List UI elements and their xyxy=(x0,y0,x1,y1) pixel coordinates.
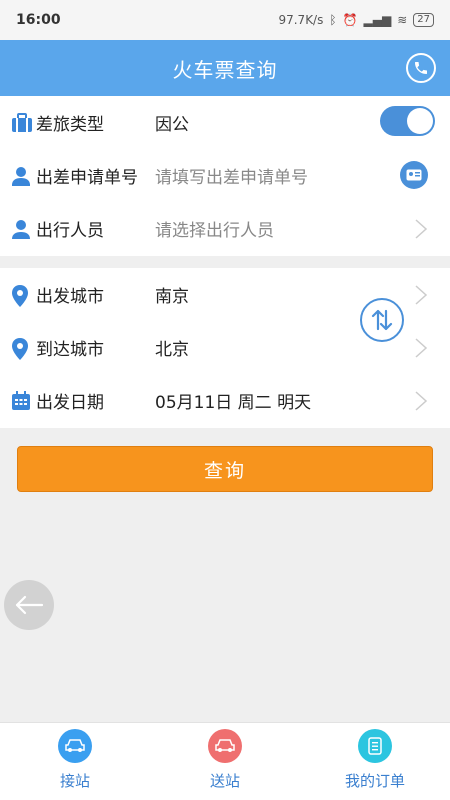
nav-item-pickup[interactable]: 接站 xyxy=(0,723,150,800)
wifi-icon: ≋ xyxy=(397,13,408,27)
depart-date-value[interactable]: 05月11日 周二 明天 xyxy=(155,388,311,413)
traveler-label: 出行人员 xyxy=(36,221,104,241)
travel-type-row: 差旅类型 因公 xyxy=(0,96,450,149)
to-city-label: 到达城市 xyxy=(36,340,104,360)
status-time: 16:00 xyxy=(16,12,61,28)
arrow-left-icon xyxy=(15,595,44,615)
nav-label-my-orders: 我的订单 xyxy=(344,772,405,790)
depart-date-label: 出发日期 xyxy=(36,393,104,413)
status-bar: 16:00 97.7K/s ᛒ ⏰ ▂▄▆ ≋ 27 xyxy=(0,0,450,40)
car-icon xyxy=(208,729,242,763)
calendar-icon xyxy=(11,391,31,411)
chevron-right-icon xyxy=(414,218,428,240)
from-city-label: 出发城市 xyxy=(36,287,104,307)
location-pin-icon xyxy=(11,338,31,360)
bottom-nav: 接站 送站 我的订单 xyxy=(0,722,450,800)
floating-back-button[interactable] xyxy=(4,580,54,630)
application-no-input[interactable]: 请填写出差申请单号 xyxy=(155,163,308,188)
signal-icon: ▂▄▆ xyxy=(363,13,392,27)
briefcase-icon xyxy=(11,113,32,133)
swap-cities-button[interactable] xyxy=(360,298,404,342)
network-speed: 97.7K/s xyxy=(278,13,324,27)
nav-label-pickup: 接站 xyxy=(59,772,90,790)
travel-type-toggle[interactable] xyxy=(380,106,435,136)
nav-item-my-orders[interactable]: 我的订单 xyxy=(300,723,450,800)
nav-item-dropoff[interactable]: 送站 xyxy=(150,723,300,800)
person-icon xyxy=(11,166,31,186)
application-no-label: 出差申请单号 xyxy=(36,168,138,188)
battery-indicator: 27 xyxy=(413,13,434,27)
id-card-icon[interactable] xyxy=(400,161,428,189)
person-icon xyxy=(11,219,31,239)
location-pin-icon xyxy=(11,285,31,307)
alarm-icon: ⏰ xyxy=(342,13,358,27)
traveler-input[interactable]: 请选择出行人员 xyxy=(155,216,274,241)
chevron-right-icon xyxy=(414,284,428,306)
travel-type-label: 差旅类型 xyxy=(36,115,104,135)
toggle-knob xyxy=(407,108,433,134)
query-button[interactable]: 查询 xyxy=(17,446,433,492)
page-title: 火车票查询 xyxy=(172,57,278,82)
car-icon xyxy=(58,729,92,763)
to-city-value[interactable]: 北京 xyxy=(155,335,189,360)
depart-date-row[interactable]: 出发日期 05月11日 周二 明天 xyxy=(0,374,450,427)
app-header: 火车票查询 xyxy=(0,40,450,96)
phone-icon[interactable] xyxy=(406,53,436,83)
nav-label-dropoff: 送站 xyxy=(209,772,240,790)
from-city-value[interactable]: 南京 xyxy=(155,282,189,307)
status-indicators: 97.7K/s ᛒ ⏰ ▂▄▆ ≋ 27 xyxy=(278,13,434,27)
traveler-info-group: 差旅类型 因公 出差申请单号 请填写出差申请单号 出行人员 请选择出行人员 xyxy=(0,96,450,256)
application-no-row[interactable]: 出差申请单号 请填写出差申请单号 xyxy=(0,149,450,202)
order-icon xyxy=(358,729,392,763)
route-info-group: 出发城市 南京 到达城市 北京 出发日期 05月11日 周二 明天 xyxy=(0,268,450,428)
travel-type-value: 因公 xyxy=(155,115,189,135)
swap-arrows-icon xyxy=(371,309,393,331)
traveler-row[interactable]: 出行人员 请选择出行人员 xyxy=(0,202,450,255)
bluetooth-icon: ᛒ xyxy=(329,13,337,27)
chevron-right-icon xyxy=(414,337,428,359)
chevron-right-icon xyxy=(414,390,428,412)
